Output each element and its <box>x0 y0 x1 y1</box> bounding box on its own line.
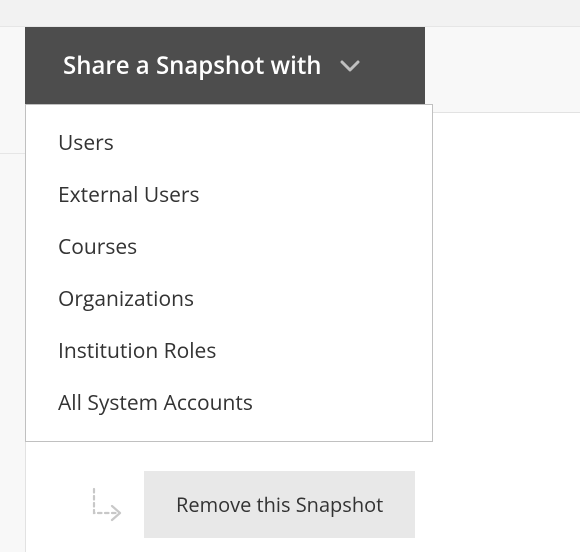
menu-item-organizations[interactable]: Organizations <box>26 273 432 325</box>
menu-item-courses[interactable]: Courses <box>26 221 432 273</box>
remove-row: Remove this Snapshot <box>90 471 415 538</box>
indent-arrow-icon <box>90 485 126 525</box>
menu-item-institution-roles[interactable]: Institution Roles <box>26 325 432 377</box>
menu-item-external-users[interactable]: External Users <box>26 169 432 221</box>
menu-item-users[interactable]: Users <box>26 117 432 169</box>
share-dropdown-menu: Users External Users Courses Organizatio… <box>25 104 433 442</box>
chevron-down-icon <box>340 60 360 72</box>
menu-item-all-system-accounts[interactable]: All System Accounts <box>26 377 432 429</box>
share-dropdown: Share a Snapshot with Users External Use… <box>25 27 433 442</box>
share-dropdown-button[interactable]: Share a Snapshot with <box>25 27 425 104</box>
top-toolbar-spacer <box>0 0 580 27</box>
remove-snapshot-button[interactable]: Remove this Snapshot <box>144 471 415 538</box>
share-dropdown-label: Share a Snapshot with <box>63 49 322 82</box>
